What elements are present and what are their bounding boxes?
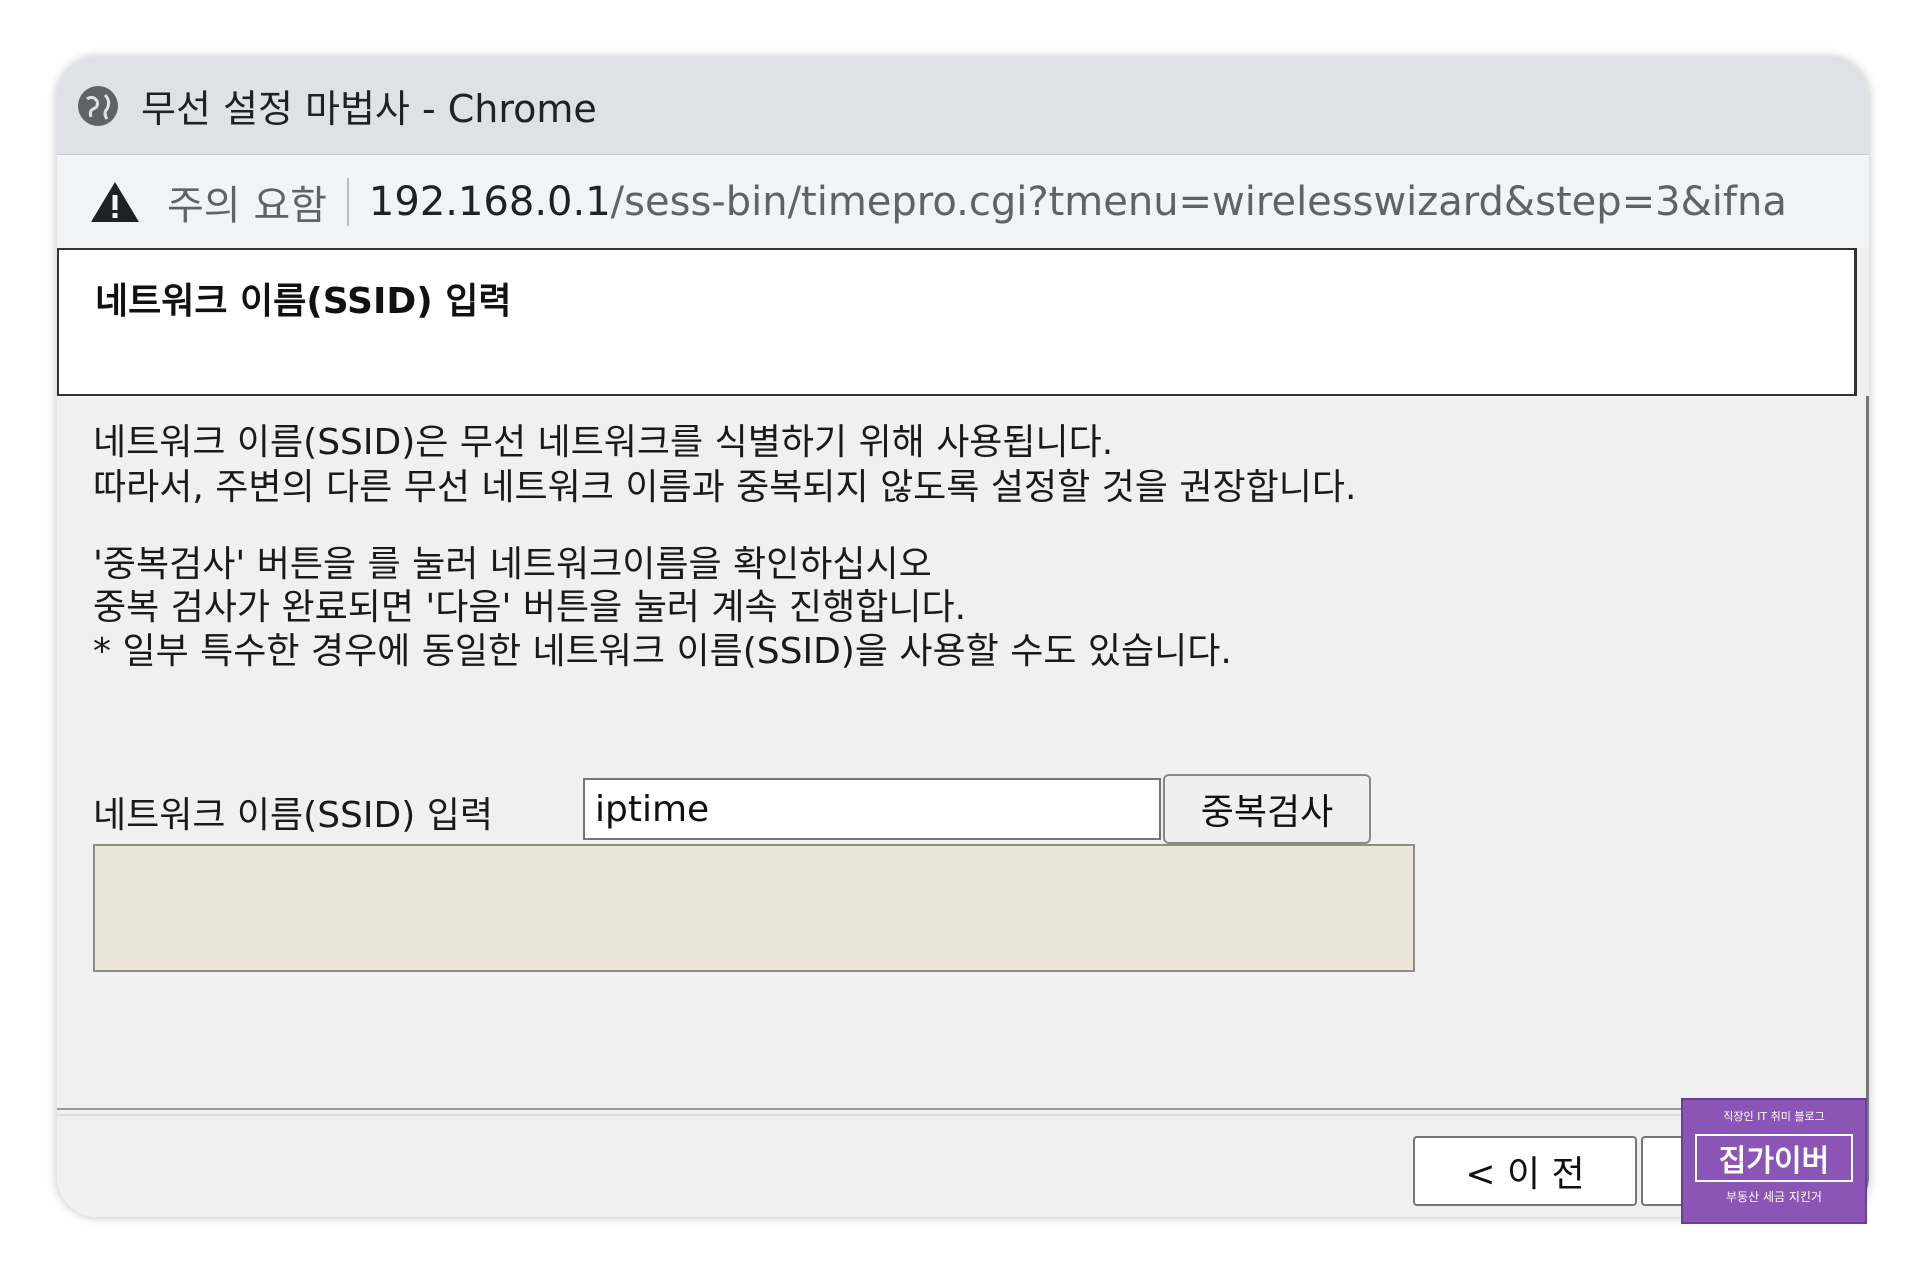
warning-icon[interactable] — [89, 179, 141, 225]
ssid-input[interactable] — [583, 778, 1161, 840]
address-bar[interactable]: 주의 요함 192.168.0.1/sess-bin/timepro.cgi?t… — [57, 154, 1869, 249]
window-title: 무선 설정 마법사 - Chrome — [141, 87, 597, 131]
watermark-bottom-text: 부동산 세금 지킨거 — [1726, 1190, 1822, 1204]
page-title: 네트워크 이름(SSID) 입력 — [95, 281, 512, 322]
watermark-main-text: 집가이버 — [1695, 1134, 1853, 1182]
wizard-header: 네트워크 이름(SSID) 입력 — [57, 248, 1857, 396]
wizard-content: 네트워크 이름(SSID) 입력 네트워크 이름(SSID)은 무선 네트워크를… — [57, 248, 1869, 1217]
description-line: * 일부 특수한 경우에 동일한 네트워크 이름(SSID)을 사용할 수도 있… — [93, 631, 1232, 672]
url-text[interactable]: 192.168.0.1/sess-bin/timepro.cgi?tmenu=w… — [369, 179, 1787, 225]
address-separator — [346, 178, 349, 226]
content-border — [1866, 396, 1869, 1217]
globe-icon — [78, 85, 118, 126]
url-path: /sess-bin/timepro.cgi?tmenu=wirelesswiza… — [610, 179, 1787, 225]
watermark-top-text: 직장인 IT 취미 블로그 — [1723, 1110, 1825, 1123]
browser-window: 무선 설정 마법사 - Chrome 주의 요함 192.168.0.1/ses… — [57, 57, 1869, 1217]
url-host: 192.168.0.1 — [368, 179, 611, 225]
title-bar: 무선 설정 마법사 - Chrome — [57, 57, 1869, 154]
footer-divider — [57, 1108, 1857, 1110]
security-status[interactable]: 주의 요함 — [167, 173, 327, 231]
duplicate-check-button[interactable]: 중복검사 — [1163, 774, 1371, 844]
prev-button[interactable]: < 이 전 — [1413, 1136, 1637, 1206]
ssid-label: 네트워크 이름(SSID) 입력 — [93, 795, 493, 836]
footer-divider-light — [57, 1114, 1857, 1116]
check-result-box — [93, 844, 1415, 972]
watermark-logo: 직장인 IT 취미 블로그 집가이버 부동산 세금 지킨거 — [1681, 1098, 1867, 1224]
description-line: 따라서, 주변의 다른 무선 네트워크 이름과 중복되지 않도록 설정할 것을 … — [93, 467, 1357, 508]
